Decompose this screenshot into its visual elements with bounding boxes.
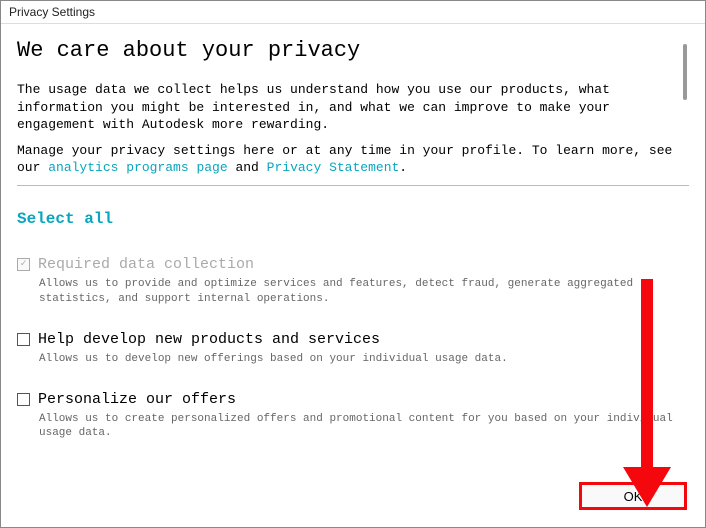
personalize-checkbox[interactable] (17, 393, 30, 406)
required-title: Required data collection (38, 256, 254, 273)
option-personalize: Personalize our offers Allows us to crea… (17, 391, 689, 442)
develop-checkbox[interactable] (17, 333, 30, 346)
page-heading: We care about your privacy (17, 38, 689, 63)
option-required: ✓ Required data collection Allows us to … (17, 256, 689, 307)
required-checkbox: ✓ (17, 258, 30, 271)
develop-title: Help develop new products and services (38, 331, 380, 348)
privacy-statement-link[interactable]: Privacy Statement (267, 160, 400, 175)
personalize-desc: Allows us to create personalized offers … (17, 412, 689, 442)
analytics-programs-link[interactable]: analytics programs page (48, 160, 227, 175)
ok-button[interactable]: OK (579, 482, 687, 510)
intro-text: The usage data we collect helps us under… (17, 81, 689, 177)
dialog-body: We care about your privacy The usage dat… (1, 24, 705, 524)
intro-paragraph-1: The usage data we collect helps us under… (17, 81, 689, 134)
intro-paragraph-2: Manage your privacy settings here or at … (17, 142, 689, 177)
option-develop: Help develop new products and services A… (17, 331, 689, 367)
required-desc: Allows us to provide and optimize servic… (17, 277, 689, 307)
window-titlebar: Privacy Settings (1, 1, 705, 24)
intro-scroll-region: We care about your privacy The usage dat… (17, 38, 689, 186)
develop-desc: Allows us to develop new offerings based… (17, 352, 689, 367)
personalize-title: Personalize our offers (38, 391, 236, 408)
select-all-link[interactable]: Select all (17, 210, 689, 228)
window-title: Privacy Settings (9, 5, 95, 19)
